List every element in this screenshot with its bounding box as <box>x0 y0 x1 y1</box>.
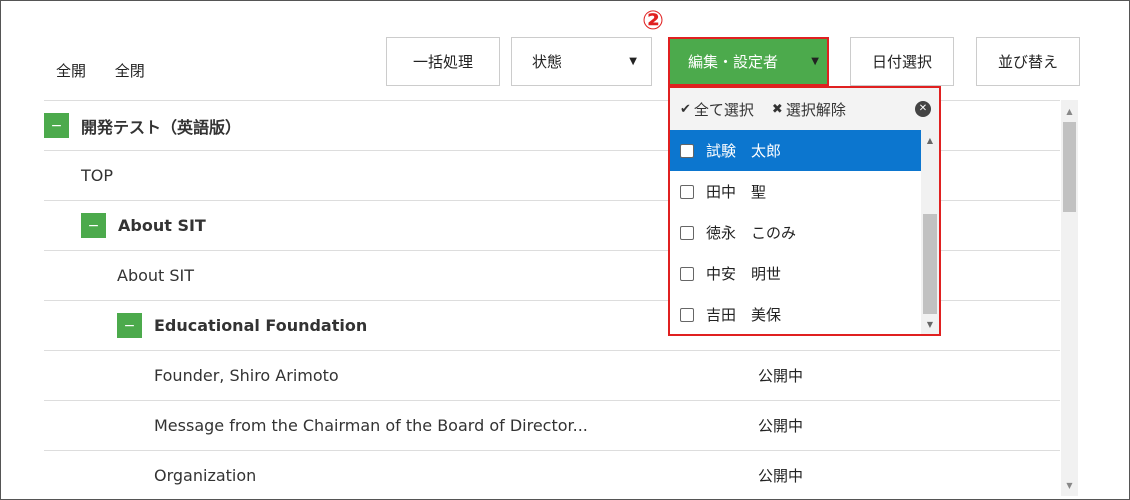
sort-label: 並び替え <box>997 53 1058 71</box>
check-icon: ✔ <box>680 101 691 117</box>
scroll-up-icon[interactable]: ▲ <box>921 134 939 148</box>
editor-filter-button[interactable]: 編集・設定者 ▼ <box>668 37 829 86</box>
tree-row-label: Founder, Shiro Arimoto <box>154 366 339 385</box>
editor-option[interactable]: 吉田 美保 <box>670 294 921 335</box>
tree-row-label: Educational Foundation <box>154 316 368 335</box>
status-select[interactable]: 状態 ▼ <box>511 37 652 86</box>
editor-option[interactable]: 試験 太郎 <box>670 130 921 171</box>
scrollbar-thumb[interactable] <box>1063 122 1076 212</box>
tree-row-label: About SIT <box>118 216 206 235</box>
dropdown-scrollbar[interactable]: ▲ ▼ <box>921 130 939 334</box>
x-icon: ✖ <box>771 101 783 117</box>
checkbox[interactable] <box>680 143 694 158</box>
select-all-button[interactable]: ✔ 全て選択 <box>680 99 754 120</box>
collapse-toggle-icon[interactable]: − <box>117 313 142 338</box>
tree-row-label: About SIT <box>117 266 195 285</box>
sort-button[interactable]: 並び替え <box>976 37 1080 86</box>
editor-option-label: 中安 明世 <box>706 265 782 283</box>
editor-list: 試験 太郎 田中 聖 徳永 このみ 中安 明世 吉田 美保 <box>670 130 921 335</box>
bulk-action-label: 一括処理 <box>412 53 473 71</box>
editor-option[interactable]: 中安 明世 <box>670 253 921 294</box>
editor-option[interactable]: 徳永 このみ <box>670 212 921 253</box>
status-text: 公開中 <box>758 467 804 485</box>
bulk-action-button[interactable]: 一括処理 <box>386 37 500 86</box>
tree-row[interactable]: Message from the Chairman of the Board o… <box>44 400 1060 450</box>
editor-option-label: 試験 太郎 <box>706 142 782 160</box>
editor-dropdown-panel: ✔ 全て選択 ✖ 選択解除 ✕ 試験 太郎 田中 聖 徳永 このみ 中安 明世 … <box>668 86 941 336</box>
expand-all-link[interactable]: 全開 <box>56 62 86 80</box>
scroll-up-icon[interactable]: ▲ <box>1061 104 1078 120</box>
checkbox[interactable] <box>680 266 694 281</box>
page-scrollbar[interactable]: ▲ ▼ <box>1061 100 1078 496</box>
tree-row-label: Organization <box>154 466 257 485</box>
tree-row[interactable]: Founder, Shiro Arimoto 公開中 <box>44 350 1060 400</box>
step-number-badge: ② <box>641 6 664 36</box>
editor-option-label: 田中 聖 <box>706 183 767 201</box>
tree-row[interactable]: Organization 公開中 <box>44 450 1060 500</box>
checkbox[interactable] <box>680 225 694 240</box>
dropdown-header: ✔ 全て選択 ✖ 選択解除 ✕ <box>670 88 939 130</box>
checkbox[interactable] <box>680 184 694 199</box>
dropdown-arrow-icon: ▼ <box>629 56 637 67</box>
collapse-toggle-icon[interactable]: − <box>81 213 106 238</box>
tree-row-label: 開発テスト（英語版） <box>81 117 242 137</box>
tree-controls: 全開 全閉 <box>56 60 169 81</box>
status-select-label: 状態 <box>532 53 563 71</box>
status-text: 公開中 <box>758 417 804 435</box>
tree-row-label: Message from the Chairman of the Board o… <box>154 416 588 435</box>
close-icon[interactable]: ✕ <box>915 101 931 117</box>
select-all-label: 全て選択 <box>693 100 754 119</box>
tree-row-label: TOP <box>81 166 114 185</box>
scrollbar-thumb[interactable] <box>923 214 937 314</box>
scroll-down-icon[interactable]: ▼ <box>921 318 939 332</box>
collapse-toggle-icon[interactable]: − <box>44 113 69 138</box>
editor-filter-label: 編集・設定者 <box>688 53 779 71</box>
editor-option-label: 徳永 このみ <box>706 224 797 242</box>
editor-option[interactable]: 田中 聖 <box>670 171 921 212</box>
date-select-label: 日付選択 <box>871 53 932 71</box>
editor-option-label: 吉田 美保 <box>706 306 782 324</box>
status-text: 公開中 <box>758 367 804 385</box>
scroll-down-icon[interactable]: ▼ <box>1061 478 1078 494</box>
date-select-button[interactable]: 日付選択 <box>850 37 954 86</box>
dropdown-arrow-icon: ▼ <box>811 56 819 67</box>
checkbox[interactable] <box>680 307 694 322</box>
deselect-all-button[interactable]: ✖ 選択解除 <box>772 99 846 120</box>
deselect-label: 選択解除 <box>785 100 846 119</box>
collapse-all-link[interactable]: 全閉 <box>115 62 145 80</box>
